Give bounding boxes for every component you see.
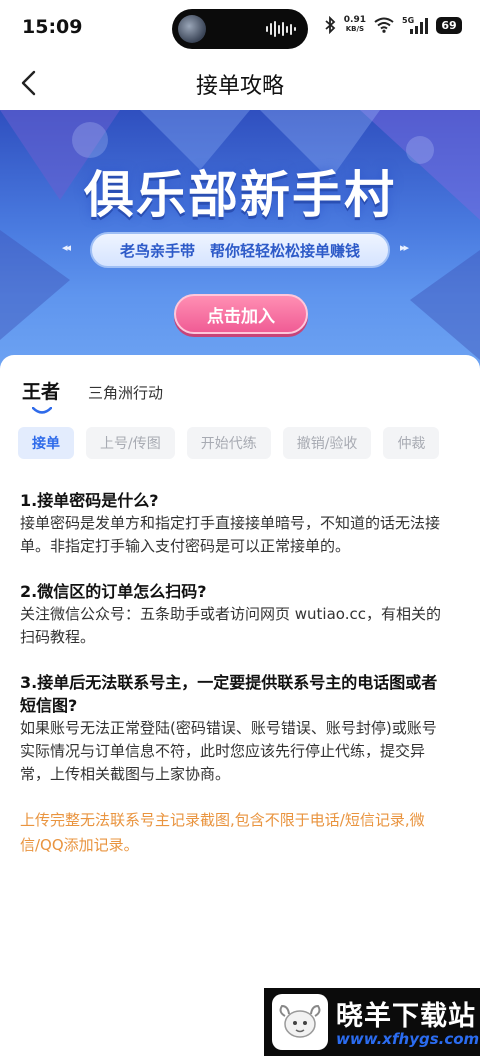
status-icons: 0.91 KB/S 5G 69 xyxy=(324,16,462,34)
arrows-right-icon: ▸▸ xyxy=(400,241,409,254)
faq-question: 1.接单密码是什么? xyxy=(20,491,159,510)
tab-cancel-accept[interactable]: 撤销/验收 xyxy=(282,427,372,459)
game-tab-delta[interactable]: 三角洲行动 xyxy=(88,382,163,403)
wifi-icon xyxy=(374,17,394,33)
faq-question: 2.微信区的订单怎么扫码? xyxy=(20,582,207,601)
page-title: 接单攻略 xyxy=(195,74,284,99)
tab-take-order[interactable]: 接单 xyxy=(18,427,74,459)
tab-arbitration[interactable]: 仲裁 xyxy=(383,427,440,459)
notice-text: 上传完整无法联系号主记录截图,包含不限于电话/短信记录,微信/QQ添加记录。 xyxy=(20,811,425,854)
sheep-face-icon xyxy=(279,1004,321,1038)
category-tabs: 接单 上号/传图 开始代练 撤销/验收 仲裁 xyxy=(18,427,440,459)
faq-answer: 接单密码是发单方和指定打手直接接单暗号，不知道的话无法接单。非指定打手输入支付密… xyxy=(20,514,441,555)
faq-question: 3.接单后无法联系号主，一定要提供联系号主的电话图或者短信图? xyxy=(20,673,438,715)
tab-login-upload[interactable]: 上号/传图 xyxy=(86,427,175,459)
cellular-signal-icon: 5G xyxy=(402,16,428,34)
network-speed-unit: KB/S xyxy=(345,25,365,33)
game-tabs: 王者 三角洲行动 xyxy=(22,377,163,414)
banner-subtitle: 老鸟亲手带 帮你轻轻松松接单赚钱 xyxy=(90,232,390,268)
network-speed-value: 0.91 xyxy=(343,15,366,25)
signal-bars-icon xyxy=(410,18,428,34)
club-banner[interactable]: 俱乐部新手村 ◂◂ 老鸟亲手带 帮你轻轻松松接单赚钱 ▸▸ 点击加入 xyxy=(0,110,480,375)
bluetooth-icon xyxy=(325,16,336,34)
audio-wave-icon xyxy=(266,20,296,38)
sheep-logo-icon xyxy=(272,994,328,1050)
watermark-url: www.xfhygs.com xyxy=(336,1030,480,1048)
media-thumbnail-icon xyxy=(178,15,206,43)
faq-item: 2.微信区的订单怎么扫码? 关注微信公众号：五条助手或者访问网页 wutiao.… xyxy=(20,580,450,649)
watermark-name: 晓羊下载站 xyxy=(336,1001,476,1032)
faq-item: 3.接单后无法联系号主，一定要提供联系号主的电话图或者短信图? 如果账号无法正常… xyxy=(20,671,450,786)
status-bar: 15:09 0.91 KB/S 5G 69 xyxy=(0,0,480,56)
guide-content: 王者 三角洲行动 接单 上号/传图 开始代练 撤销/验收 仲裁 1.接单密码是什… xyxy=(0,355,480,1056)
game-tab-label: 王者 xyxy=(22,381,61,403)
battery-icon: 69 xyxy=(436,16,462,34)
faq-answer: 如果账号无法正常登陆(密码错误、账号错误、账号封停)或账号实际情况与订单信息不符… xyxy=(20,719,437,783)
faq-item: 1.接单密码是什么? 接单密码是发单方和指定打手直接接单暗号，不知道的话无法接单… xyxy=(20,489,450,558)
join-button[interactable]: 点击加入 xyxy=(174,294,308,334)
active-tab-indicator-icon xyxy=(32,407,52,414)
network-speed: 0.91 KB/S xyxy=(344,16,366,34)
game-tab-wangzhe[interactable]: 王者 xyxy=(22,377,61,414)
faq-answer: 关注微信公众号：五条助手或者访问网页 wutiao.cc，有相关的扫码教程。 xyxy=(20,605,441,646)
dynamic-island[interactable] xyxy=(172,9,308,49)
status-time: 15:09 xyxy=(22,16,83,38)
site-watermark: 晓羊下载站 www.xfhygs.com xyxy=(264,988,480,1056)
banner-title: 俱乐部新手村 xyxy=(84,166,396,224)
faq-list: 1.接单密码是什么? 接单密码是发单方和指定打手直接接单暗号，不知道的话无法接单… xyxy=(20,489,450,858)
tab-start-boosting[interactable]: 开始代练 xyxy=(186,427,271,459)
navigation-header: 接单攻略 xyxy=(0,56,480,110)
arrows-left-icon: ◂◂ xyxy=(62,241,71,254)
